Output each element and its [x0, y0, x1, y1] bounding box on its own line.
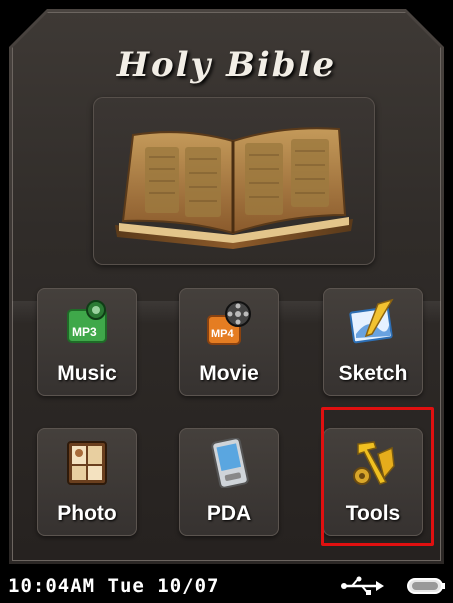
- menu-item-pda[interactable]: PDA: [179, 428, 279, 536]
- menu-item-sketch-label: Sketch: [338, 362, 408, 385]
- clock-date-readout: 10:04AM Tue 10/07: [8, 575, 220, 597]
- menu-item-sketch[interactable]: Sketch: [323, 288, 423, 396]
- usb-icon: [341, 576, 384, 595]
- sketch-pencil-icon: [349, 298, 394, 344]
- menu-item-pda-label: PDA: [206, 502, 252, 525]
- svg-text:MP3: MP3: [72, 325, 97, 339]
- battery-icon: [407, 578, 445, 594]
- app-title: Holy Bible: [116, 45, 337, 85]
- menu-item-music[interactable]: MP3 Music: [37, 288, 137, 396]
- mp3-icon: MP3: [67, 300, 107, 343]
- selection-highlight: [321, 407, 434, 546]
- menu-item-photo-label: Photo: [57, 502, 117, 525]
- pda-device-icon: [211, 438, 249, 488]
- menu-item-movie-label: Movie: [199, 362, 259, 385]
- svg-text:MP4: MP4: [211, 328, 235, 340]
- photo-album-icon: [67, 441, 107, 485]
- status-bar: 10:04AM Tue 10/07: [0, 567, 453, 603]
- bible-banner[interactable]: [93, 97, 375, 265]
- menu-item-movie[interactable]: MP4 Movie: [179, 288, 279, 396]
- mp4-film-icon: MP4: [207, 301, 251, 345]
- menu-item-music-label: Music: [57, 362, 117, 385]
- menu-item-photo[interactable]: Photo: [37, 428, 137, 536]
- open-bible-icon: [115, 127, 353, 249]
